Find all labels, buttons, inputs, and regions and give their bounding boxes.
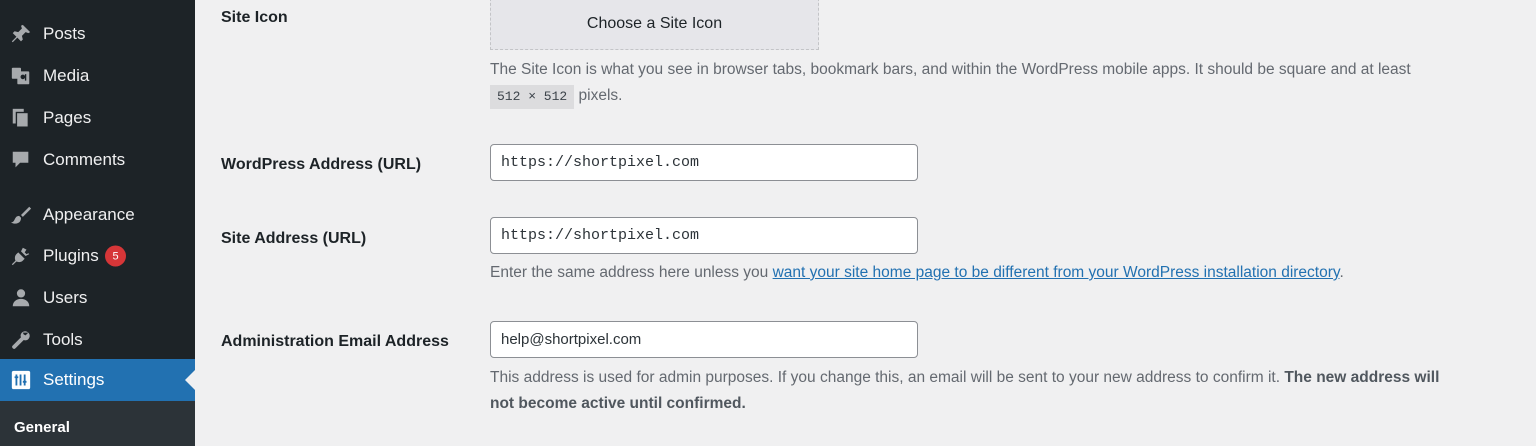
admin-email-description: This address is used for admin purposes.…: [490, 365, 1439, 391]
menu-label-posts: Posts: [43, 24, 86, 43]
menu-item-comments[interactable]: Comments: [0, 139, 195, 181]
site-address-desc-suffix: .: [1339, 264, 1344, 281]
submenu-item-general[interactable]: General: [14, 419, 70, 436]
menu-label-settings: Settings: [43, 370, 105, 389]
admin-sidebar: Posts Media Pages Comments Appearance Pl…: [0, 0, 195, 446]
site-icon-description: The Site Icon is what you see in browser…: [490, 57, 1411, 83]
site-icon-desc-line1: The Site Icon is what you see in browser…: [490, 61, 1411, 78]
admin-email-input[interactable]: help@shortpixel.com: [490, 321, 918, 358]
site-icon-label: Site Icon: [221, 9, 288, 26]
wrench-icon: [9, 328, 33, 352]
site-address-help-link[interactable]: want your site home page to be different…: [773, 264, 1340, 281]
pin-icon: [9, 22, 33, 46]
admin-email-desc-bold: The new address will: [1284, 369, 1440, 386]
wordpress-address-input[interactable]: https://shortpixel.com: [490, 144, 918, 181]
site-address-description: Enter the same address here unless you w…: [490, 260, 1344, 286]
menu-item-plugins[interactable]: Plugins 5: [0, 235, 195, 277]
menu-label-comments: Comments: [43, 150, 126, 169]
menu-item-posts[interactable]: Posts: [0, 13, 195, 55]
site-icon-description-line2: 512 × 512 pixels.: [490, 83, 622, 109]
menu-label-plugins: Plugins: [43, 246, 99, 265]
plug-icon: [9, 244, 33, 268]
menu-item-users[interactable]: Users: [0, 277, 195, 319]
user-icon: [9, 286, 33, 310]
menu-label-media: Media: [43, 66, 90, 85]
icon-size-code: 512 × 512: [490, 85, 575, 109]
choose-site-icon-button[interactable]: Choose a Site Icon: [490, 0, 819, 50]
menu-label-tools: Tools: [43, 330, 83, 349]
admin-email-description-line2: not become active until confirmed.: [490, 391, 746, 417]
settings-submenu: General: [0, 401, 195, 446]
menu-item-settings[interactable]: Settings: [0, 359, 195, 401]
settings-icon: [9, 368, 33, 392]
site-address-desc-prefix: Enter the same address here unless you: [490, 264, 769, 281]
menu-label-pages: Pages: [43, 108, 92, 127]
menu-item-media[interactable]: Media: [0, 55, 195, 97]
comment-icon: [9, 148, 33, 172]
menu-label-users: Users: [43, 288, 88, 307]
media-icon: [9, 64, 33, 88]
menu-item-appearance[interactable]: Appearance: [0, 194, 195, 236]
plugins-update-badge: 5: [105, 245, 126, 267]
site-address-input[interactable]: https://shortpixel.com: [490, 217, 918, 254]
site-icon-desc-suffix: pixels.: [578, 87, 623, 104]
site-address-label: Site Address (URL): [221, 230, 367, 247]
wordpress-address-label: WordPress Address (URL): [221, 156, 422, 173]
menu-label-appearance: Appearance: [43, 205, 135, 224]
menu-item-pages[interactable]: Pages: [0, 97, 195, 139]
admin-email-label: Administration Email Address: [221, 333, 449, 350]
brush-icon: [9, 203, 33, 227]
admin-email-desc-bold-line2: not become active until confirmed.: [490, 395, 746, 412]
admin-email-desc-normal: This address is used for admin purposes.…: [490, 369, 1281, 386]
pages-icon: [9, 106, 33, 130]
menu-item-tools[interactable]: Tools: [0, 319, 195, 361]
